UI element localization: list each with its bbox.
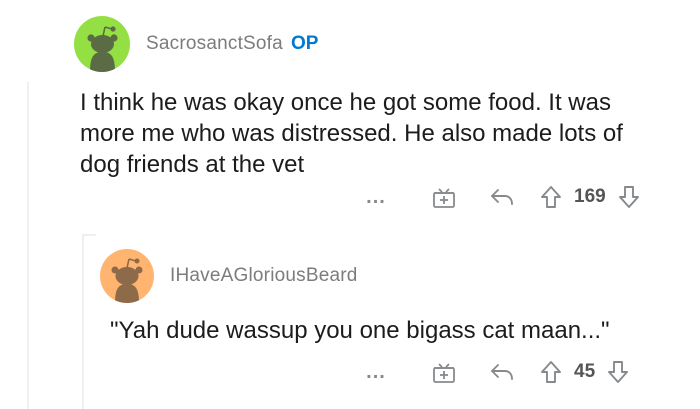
- thread-line[interactable]: [27, 82, 29, 409]
- award-button[interactable]: [428, 359, 460, 385]
- downvote-button[interactable]: [603, 360, 633, 384]
- downvote-arrow-icon: [618, 186, 639, 208]
- comment-text-line: dog friends at the vet: [80, 151, 305, 178]
- reply-arrow-icon: [491, 189, 513, 205]
- comment-header: IHaveAGloriousBeard: [100, 249, 358, 303]
- more-options-button[interactable]: ...: [362, 361, 390, 384]
- vote-score: 169: [574, 186, 606, 207]
- thread-connector: [82, 234, 96, 236]
- reply-button[interactable]: [486, 361, 518, 383]
- downvote-button[interactable]: [614, 185, 644, 209]
- snoo-avatar-icon: [87, 26, 118, 72]
- snoo-avatar-icon: [111, 258, 143, 303]
- upvote-button[interactable]: [536, 185, 566, 209]
- reply-button[interactable]: [486, 186, 518, 208]
- avatar[interactable]: [74, 16, 130, 72]
- comment-actions: ...: [362, 359, 633, 385]
- reply-arrow-icon: [491, 364, 513, 380]
- more-options-button[interactable]: ...: [362, 186, 390, 209]
- comment-actions: ...: [362, 184, 644, 210]
- award-gift-icon: [433, 188, 455, 208]
- vote-score: 45: [574, 361, 596, 382]
- comment-header: SacrosanctSofa OP: [74, 16, 318, 72]
- downvote-arrow-icon: [608, 361, 629, 383]
- comment-text-line: more me who was distressed. He also made…: [80, 120, 623, 147]
- comment-username[interactable]: SacrosanctSofa: [146, 33, 283, 55]
- upvote-button[interactable]: [536, 360, 566, 384]
- upvote-arrow-icon: [541, 361, 561, 383]
- award-gift-icon: [433, 363, 455, 383]
- comment-username[interactable]: IHaveAGloriousBeard: [170, 265, 358, 287]
- comment-text-line: "Yah dude wassup you one bigass cat maan…: [110, 317, 610, 344]
- award-button[interactable]: [428, 184, 460, 210]
- avatar[interactable]: [100, 249, 154, 303]
- reply-thread-line[interactable]: [82, 234, 84, 409]
- upvote-arrow-icon: [541, 186, 561, 208]
- comment-text-line: I think he was okay once he got some foo…: [80, 89, 611, 116]
- op-badge: OP: [290, 33, 319, 54]
- comment-body: I think he was okay once he got some foo…: [80, 87, 690, 180]
- comment-body: "Yah dude wassup you one bigass cat maan…: [110, 315, 690, 346]
- comment-thread: SacrosanctSofa OP I think he was okay on…: [0, 0, 700, 409]
